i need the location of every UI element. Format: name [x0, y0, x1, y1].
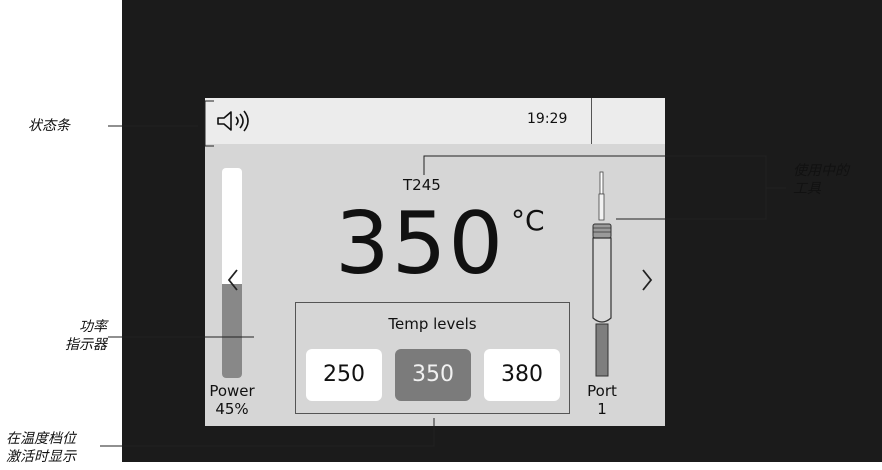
tool-in-use-line1: 使用中的 [793, 163, 849, 179]
power-indicator-line1: 功率 [79, 319, 107, 335]
temp-levels-note-line2: 激活时显示 [6, 449, 76, 465]
tool-in-use-annotation: 使用中的 工具 [793, 162, 849, 198]
status-bar-annotation: 状态条 [28, 118, 70, 134]
tool-in-use-line2: 工具 [793, 181, 821, 197]
temp-levels-annotation: 在温度档位 激活时显示 [6, 430, 76, 466]
callout-lines [100, 100, 786, 447]
temp-levels-note-line1: 在温度档位 [6, 431, 76, 447]
power-indicator-annotation: 功率 指示器 [63, 318, 107, 354]
power-indicator-line2: 指示器 [65, 337, 107, 353]
